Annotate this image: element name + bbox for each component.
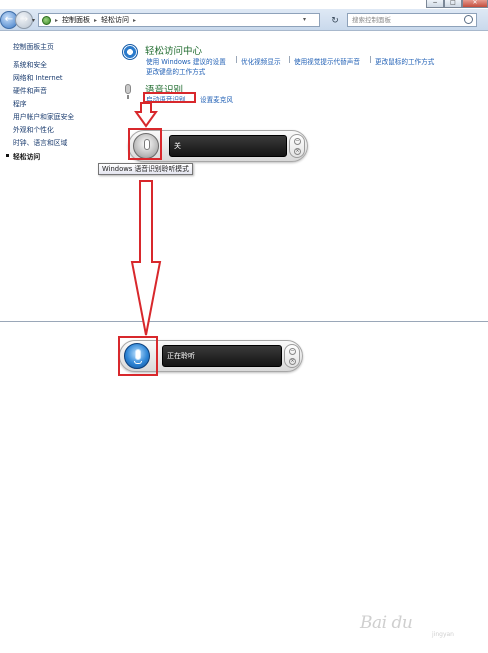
arrow-large-down (130, 180, 162, 336)
arrow-small-down (134, 102, 158, 128)
baidu-watermark-sub: jingyan (432, 631, 454, 638)
minimize-speech-icon[interactable]: − (289, 348, 296, 355)
speech-status-display-listening: 正在聆听 (162, 345, 282, 367)
baidu-watermark-logo: Bai du (360, 613, 413, 633)
arrow-overlay (130, 102, 162, 336)
close-speech-icon[interactable]: × (289, 358, 296, 365)
highlight-box-mic-on (118, 336, 158, 376)
speech-bar-side-buttons: − × (284, 344, 300, 368)
